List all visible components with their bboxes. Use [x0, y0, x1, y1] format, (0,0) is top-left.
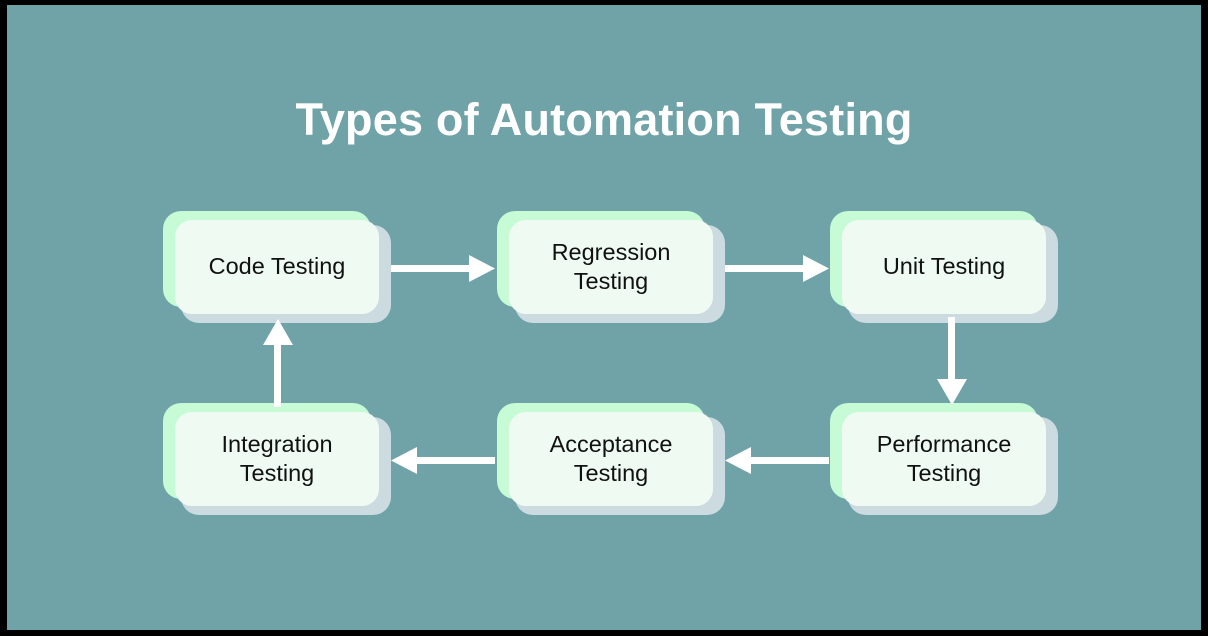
node-face: Regression Testing: [509, 220, 713, 314]
diagram-stage: Types of Automation Testing Code Testing…: [7, 5, 1201, 630]
node-face: Performance Testing: [842, 412, 1046, 506]
node-face: Integration Testing: [175, 412, 379, 506]
arrow-performance-to-acceptance-icon: [725, 445, 829, 477]
node-integration-testing[interactable]: Integration Testing: [163, 403, 391, 515]
node-label: Integration Testing: [221, 430, 333, 486]
node-label: Regression Testing: [551, 238, 671, 294]
arrow-code-to-regression-icon: [391, 253, 495, 285]
node-acceptance-testing[interactable]: Acceptance Testing: [497, 403, 725, 515]
node-regression-testing[interactable]: Regression Testing: [497, 211, 725, 323]
arrow-regression-to-unit-icon: [725, 253, 829, 285]
node-face: Code Testing: [175, 220, 379, 314]
arrow-unit-to-performance-icon: [935, 317, 969, 405]
arrow-integration-to-code-icon: [261, 319, 295, 407]
node-performance-testing[interactable]: Performance Testing: [830, 403, 1058, 515]
node-face: Unit Testing: [842, 220, 1046, 314]
node-unit-testing[interactable]: Unit Testing: [830, 211, 1058, 323]
page-title: Types of Automation Testing: [295, 94, 913, 145]
node-label: Performance Testing: [876, 430, 1012, 486]
node-label: Code Testing: [208, 253, 346, 280]
node-face: Acceptance Testing: [509, 412, 713, 506]
node-code-testing[interactable]: Code Testing: [163, 211, 391, 323]
diagram-canvas: Types of Automation Testing Code Testing…: [0, 0, 1208, 636]
arrow-acceptance-to-integration-icon: [391, 445, 495, 477]
node-label: Unit Testing: [882, 253, 1006, 280]
node-label: Acceptance Testing: [549, 430, 673, 486]
